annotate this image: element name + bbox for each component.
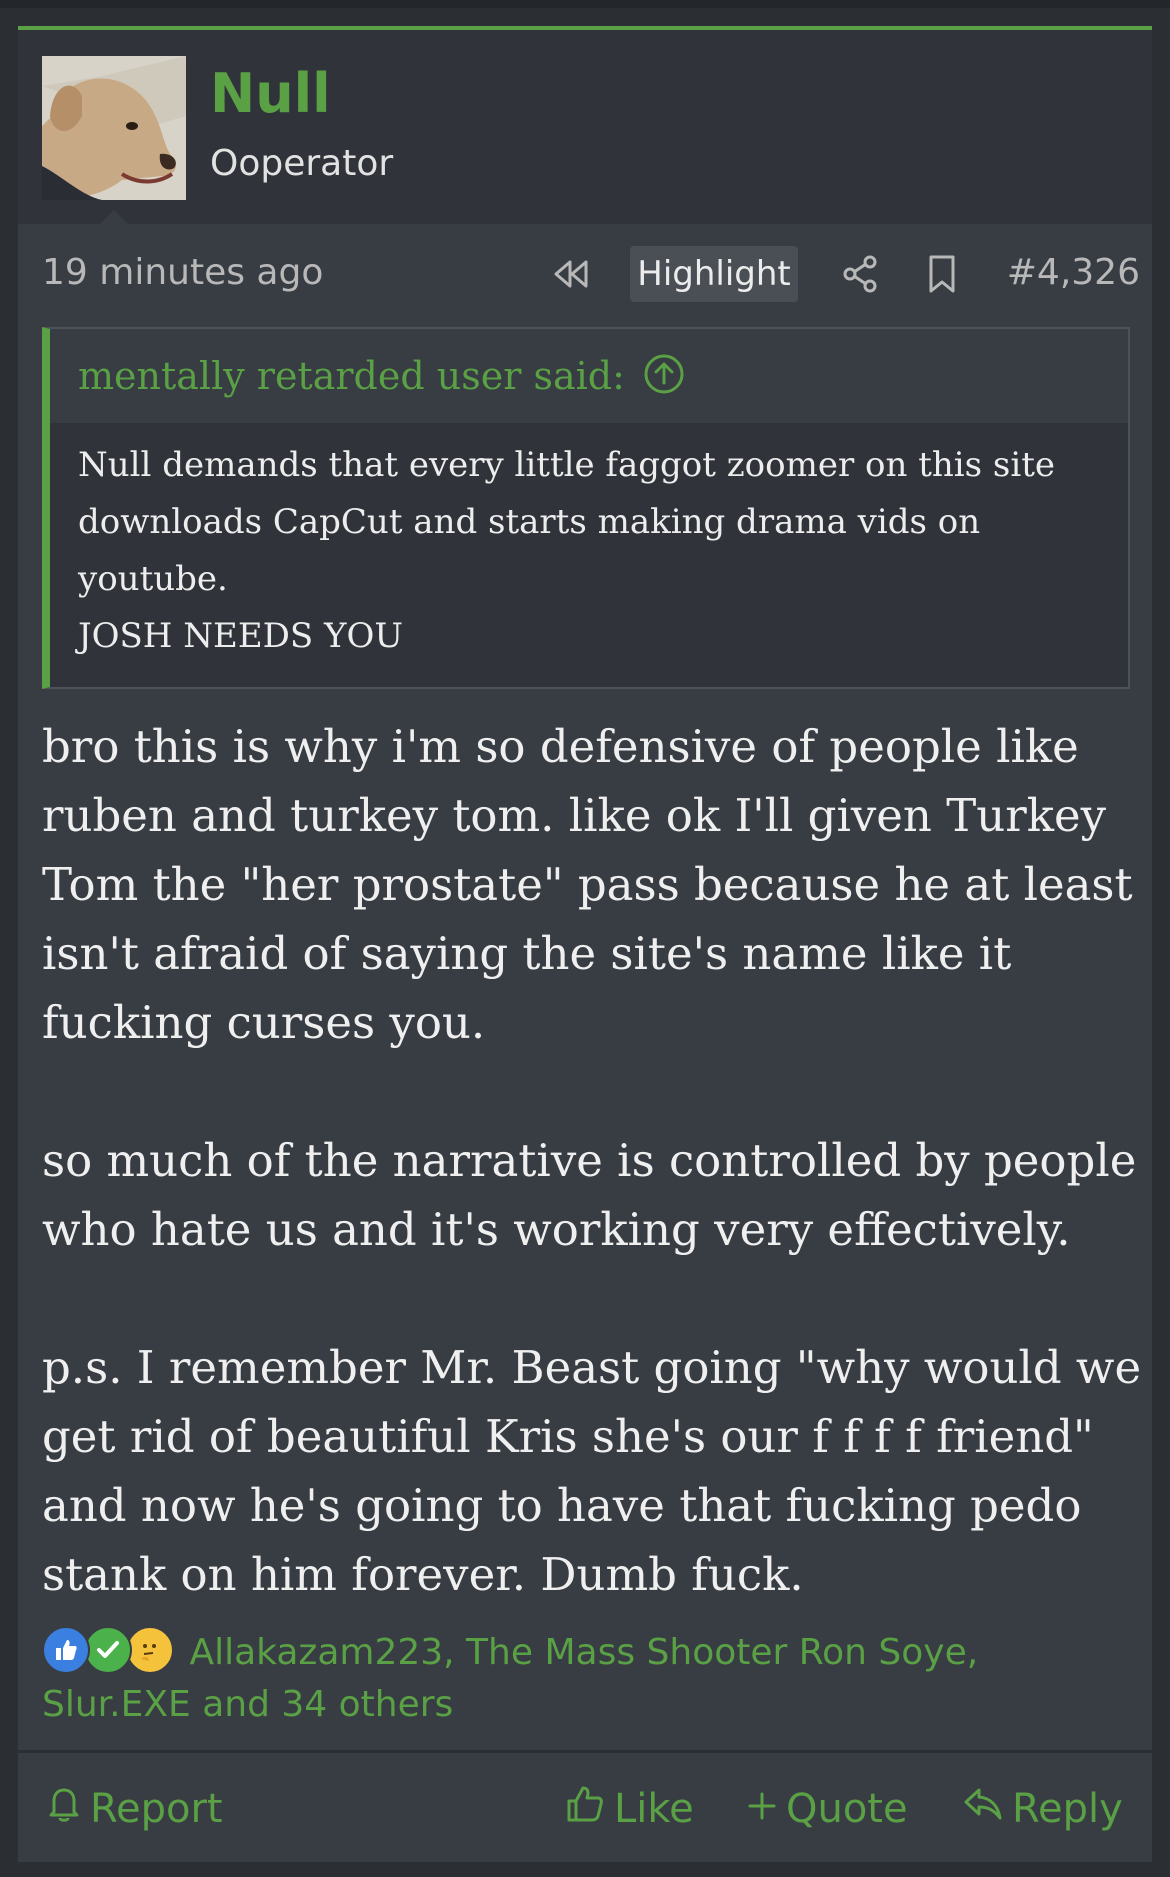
reaction-icons [42, 1626, 178, 1674]
post-number[interactable]: #4,326 [1007, 252, 1140, 293]
reply-button[interactable]: Reply [962, 1779, 1123, 1839]
rewind-icon[interactable] [544, 246, 600, 302]
report-label: Report [90, 1786, 223, 1832]
reply-arrow-icon [962, 1784, 1012, 1834]
plus-icon [746, 1786, 786, 1832]
username[interactable]: Null [210, 62, 331, 126]
forum-post: Null Ooperator 19 minutes ago Highlight [18, 26, 1152, 1862]
quote-label: Quote [786, 1786, 908, 1832]
post-time[interactable]: 19 minutes ago [42, 252, 323, 293]
highlight-button[interactable]: Highlight [630, 246, 798, 302]
avatar[interactable] [42, 56, 186, 200]
dog-avatar-image [42, 56, 186, 200]
quote-block: mentally retarded user said: Null demand… [42, 327, 1130, 689]
post-paragraph: so much of the narrative is controlled b… [42, 1134, 1137, 1256]
reply-label: Reply [1012, 1786, 1123, 1832]
report-button[interactable]: Report [46, 1779, 223, 1839]
post-footer: Report Like Quote Reply [18, 1753, 1152, 1863]
quote-button[interactable]: Quote [746, 1779, 908, 1839]
agree-icon [84, 1626, 132, 1674]
like-label: Like [614, 1786, 694, 1832]
share-icon[interactable] [832, 246, 888, 302]
thinking-icon [126, 1626, 174, 1674]
quote-header: mentally retarded user said: [50, 329, 1128, 423]
like-icon [42, 1626, 90, 1674]
post-paragraph: p.s. I remember Mr. Beast going "why wou… [42, 1341, 1142, 1601]
user-title: Ooperator [210, 143, 394, 184]
arrow-up-circle-icon[interactable] [643, 353, 685, 399]
like-button[interactable]: Like [564, 1779, 694, 1839]
bookmark-icon[interactable] [914, 246, 970, 302]
quote-text: Null demands that every little faggot zo… [78, 445, 1055, 656]
bell-icon [46, 1784, 90, 1834]
reactions-bar[interactable]: Allakazam223, The Mass Shooter Ron Soye,… [42, 1626, 1132, 1731]
quote-attribution[interactable]: mentally retarded user said: [78, 354, 625, 398]
post-meta: 19 minutes ago Highlight #4,326 [18, 224, 1152, 324]
post-paragraph: bro this is why i'm so defensive of peop… [42, 720, 1133, 1049]
post-body: bro this is why i'm so defensive of peop… [42, 712, 1142, 1609]
reactions-text[interactable]: Allakazam223, The Mass Shooter Ron Soye,… [42, 1632, 978, 1725]
thumbs-up-icon [564, 1783, 614, 1835]
top-bar [0, 0, 1170, 8]
user-bar: Null Ooperator [18, 30, 1152, 226]
